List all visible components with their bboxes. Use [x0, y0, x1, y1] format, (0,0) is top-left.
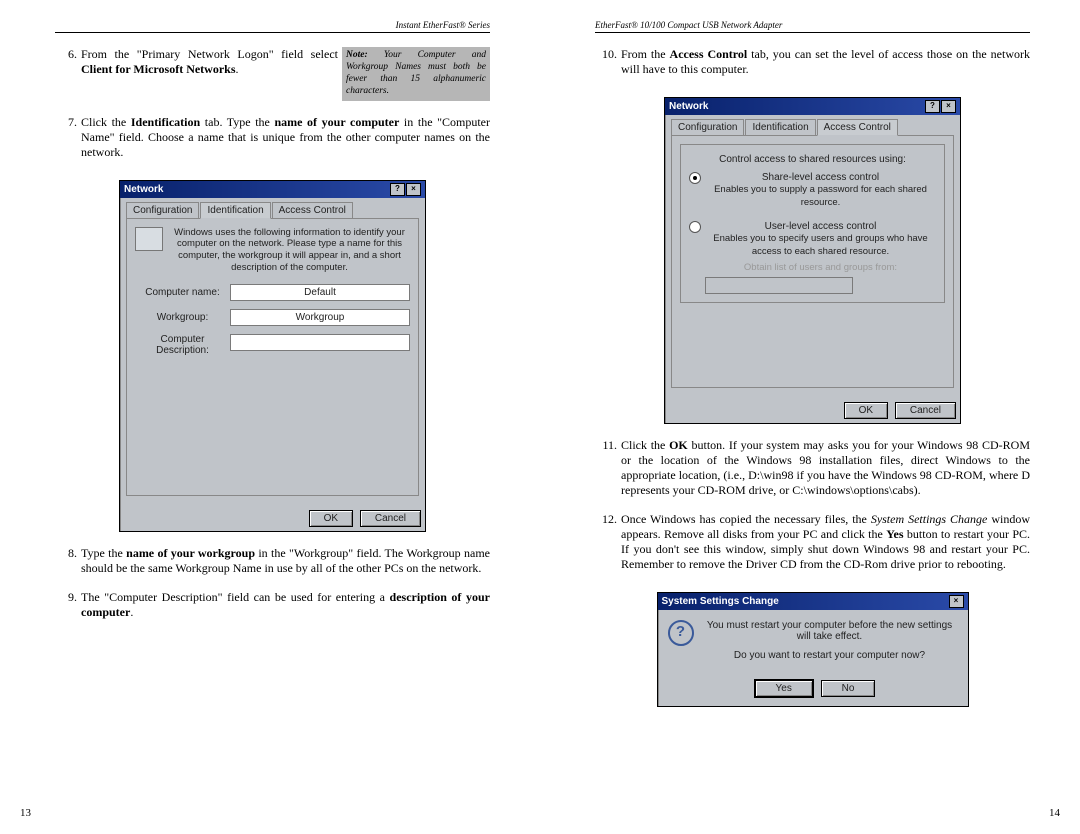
- ssc-message-1: You must restart your computer before th…: [702, 620, 958, 642]
- cancel-button[interactable]: Cancel: [895, 402, 956, 419]
- header-left: Instant EtherFast® Series: [55, 20, 490, 33]
- radio-user-level[interactable]: User-level access control Enables you to…: [689, 220, 936, 294]
- dialog-system-settings-change: System Settings Change × ? You must rest…: [657, 592, 969, 707]
- step-7: 7. Click the Identification tab. Type th…: [55, 115, 490, 160]
- step-6: 6. Note: Your Computer and Workgroup Nam…: [55, 47, 490, 101]
- tab-identification[interactable]: Identification: [200, 202, 270, 219]
- group-label: Control access to shared resources using…: [689, 153, 936, 167]
- label-description: Computer Description:: [135, 334, 230, 356]
- header-right: EtherFast® 10/100 Compact USB Network Ad…: [595, 20, 1030, 33]
- document-spread: Instant EtherFast® Series 6. Note: Your …: [0, 0, 1080, 834]
- input-user-source: [705, 277, 853, 294]
- computer-icon: [135, 227, 163, 251]
- dialog-network-identification: Network ? × Configuration Identification…: [119, 180, 426, 532]
- step-11: 11. Click the OK button. If your system …: [595, 438, 1030, 498]
- dialog-title: System Settings Change: [662, 596, 779, 607]
- radio-icon: [689, 172, 701, 184]
- no-button[interactable]: No: [821, 680, 876, 697]
- help-icon[interactable]: ?: [390, 183, 405, 196]
- close-icon[interactable]: ×: [949, 595, 964, 608]
- page-right: EtherFast® 10/100 Compact USB Network Ad…: [540, 0, 1080, 834]
- dialog-title: Network: [124, 184, 163, 195]
- ok-button[interactable]: OK: [309, 510, 353, 527]
- step-9: 9. The "Computer Description" field can …: [55, 590, 490, 620]
- input-workgroup[interactable]: Workgroup: [230, 309, 410, 326]
- help-icon[interactable]: ?: [925, 100, 940, 113]
- radio-icon: [689, 221, 701, 233]
- close-icon[interactable]: ×: [406, 183, 421, 196]
- step-8: 8. Type the name of your workgroup in th…: [55, 546, 490, 576]
- close-icon[interactable]: ×: [941, 100, 956, 113]
- yes-button[interactable]: Yes: [754, 679, 814, 698]
- radio-share-level[interactable]: Share-level access control Enables you t…: [689, 171, 936, 210]
- ssc-message-2: Do you want to restart your computer now…: [702, 650, 958, 661]
- ok-button[interactable]: OK: [844, 402, 888, 419]
- label-computer-name: Computer name:: [135, 287, 230, 298]
- step-12: 12. Once Windows has copied the necessar…: [595, 512, 1030, 572]
- identification-info: Windows uses the following information t…: [169, 227, 410, 275]
- dialog-title: Network: [669, 101, 708, 112]
- dialog-network-access: Network ? × Configuration Identification…: [664, 97, 961, 424]
- step-10: 10. From the Access Control tab, you can…: [595, 47, 1030, 77]
- input-computer-name[interactable]: Default: [230, 284, 410, 301]
- input-description[interactable]: [230, 334, 410, 351]
- tab-access-control[interactable]: Access Control: [272, 202, 353, 219]
- page-number-right: 14: [1049, 807, 1060, 819]
- note-box: Note: Your Computer and Workgroup Names …: [342, 47, 490, 101]
- page-number-left: 13: [20, 807, 31, 819]
- tab-configuration[interactable]: Configuration: [126, 202, 199, 219]
- label-workgroup: Workgroup:: [135, 312, 230, 323]
- tab-identification[interactable]: Identification: [745, 119, 815, 136]
- tab-configuration[interactable]: Configuration: [671, 119, 744, 136]
- cancel-button[interactable]: Cancel: [360, 510, 421, 527]
- page-left: Instant EtherFast® Series 6. Note: Your …: [0, 0, 540, 834]
- question-icon: ?: [668, 620, 694, 646]
- tab-access-control[interactable]: Access Control: [817, 119, 898, 136]
